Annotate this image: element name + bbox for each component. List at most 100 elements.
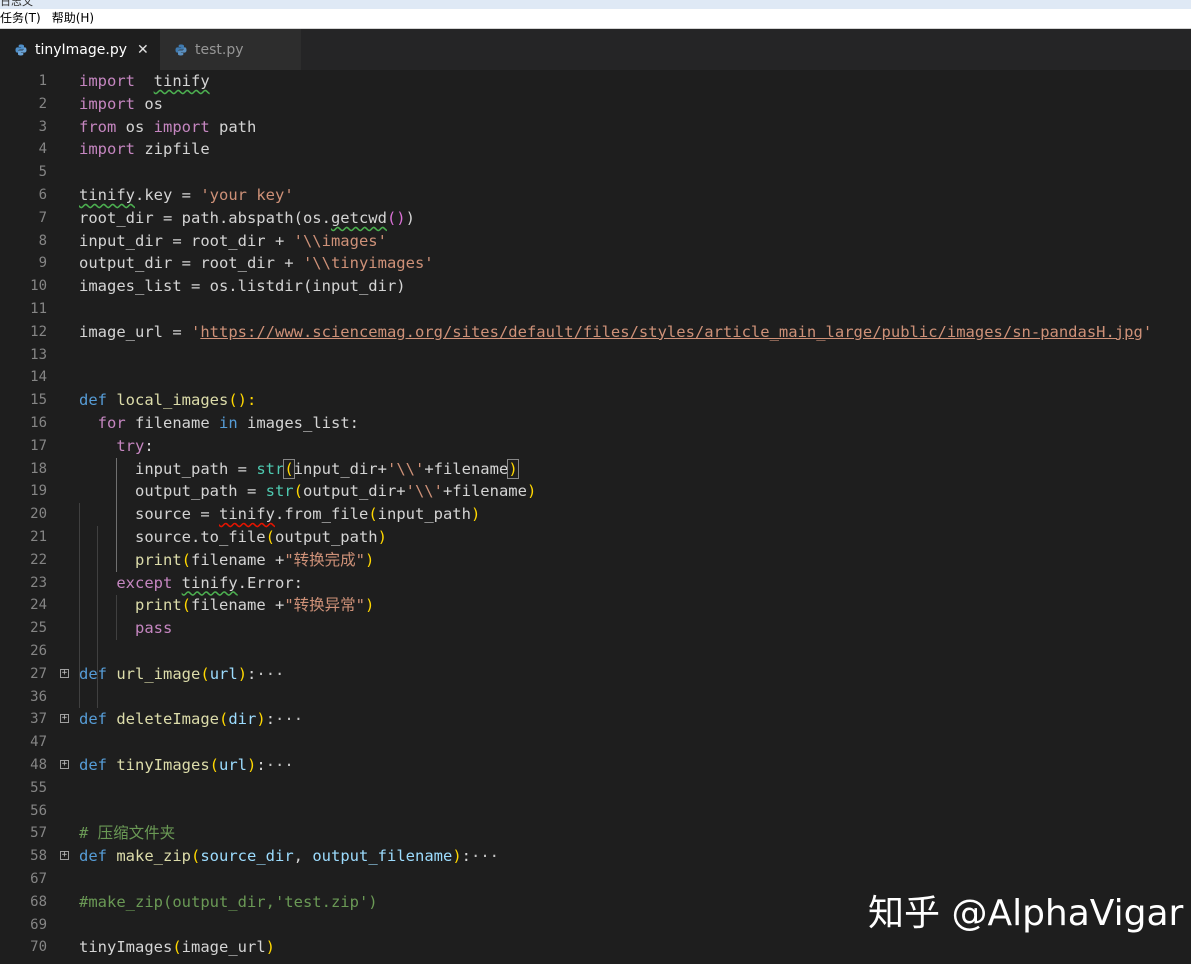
code-token: print [135,596,182,615]
line-number: 56 [30,802,47,819]
code-line[interactable]: 37 + def deleteImage(dir):··· [0,708,1191,731]
code-token: make_zip [116,847,191,866]
line-number: 47 [30,734,47,751]
code-text: # 压缩文件夹 [79,822,175,845]
code-line[interactable]: 11 [0,298,1191,321]
code-token: input_path = [79,459,257,478]
code-line[interactable]: 12 image_url = 'https://www.sciencemag.or… [0,321,1191,344]
code-editor[interactable]: 1 import tinify 2 import os 3 from os import … [0,70,1191,964]
code-line[interactable]: 4 import zipfile [0,138,1191,161]
code-line[interactable]: 7 root_dir = path.abspath(os.getcwd()) [0,207,1191,230]
code-token: +filename [442,482,527,501]
code-line[interactable]: 56 [0,800,1191,823]
code-token: url_image [116,664,201,683]
fold-expand-icon[interactable]: + [60,760,69,769]
code-text: output_dir = root_dir + '\\tinyimages' [79,252,434,275]
line-number: 19 [30,483,47,500]
code-text: root_dir = path.abspath(os.getcwd()) [79,207,415,230]
tab-tinyimage-py[interactable]: tinyImage.py ✕ [0,29,160,70]
editor-tab-bar: tinyImage.py ✕ test.py [0,29,1191,70]
fold-expand-icon[interactable]: + [60,668,69,678]
code-text: import os [79,93,163,116]
code-line[interactable]: 48 + def tinyImages(url):··· [0,754,1191,777]
code-line[interactable]: 8 input_dir = root_dir + '\\images' [0,230,1191,253]
code-line[interactable]: 1 import tinify [0,70,1191,93]
line-number: 6 [38,187,47,203]
code-token: except [116,573,173,592]
code-token: ) [452,847,462,866]
code-line[interactable]: 70 tinyImages(image_url) [0,936,1191,959]
code-text: tinify.key = 'your key' [79,184,294,207]
code-token: ( [181,596,192,615]
code-line[interactable]: 58 + def make_zip(source_dir, output_filen… [0,845,1191,868]
code-line[interactable]: 36 [0,686,1191,709]
code-token: def [79,664,107,683]
close-icon[interactable]: ✕ [137,42,149,58]
code-line[interactable]: 55 [0,777,1191,800]
code-line[interactable]: 22 print(filename +"转换完成") [0,549,1191,572]
code-line[interactable]: 6 tinify.key = 'your key' [0,184,1191,207]
code-token: tinify [181,573,238,592]
code-token: .from_file [274,505,369,524]
code-token: os [116,117,154,136]
code-token: tinify [218,505,275,524]
code-token: ) [365,550,375,569]
line-number: 69 [30,916,47,933]
line-number: 37 [30,711,47,728]
code-line[interactable]: 25 pass [0,617,1191,640]
tab-test-py[interactable]: test.py [160,29,302,70]
code-line[interactable]: 26 [0,640,1191,663]
code-token: '\\' [405,482,443,501]
code-token: .Error: [237,573,303,592]
code-line[interactable]: 9 output_dir = root_dir + '\\tinyimages' [0,252,1191,275]
code-line[interactable]: 47 [0,731,1191,754]
code-line[interactable]: 24 print(filename +"转换异常") [0,594,1191,617]
line-number: 25 [30,620,47,637]
code-line[interactable]: 16 for filename in images_list: [0,412,1191,435]
code-line[interactable]: 23 except tinify.Error: [0,572,1191,595]
code-token: ' [190,322,201,341]
code-token: zipfile [135,140,210,159]
code-line[interactable]: 21 source.to_file(output_path) [0,526,1191,549]
code-line[interactable]: 57 # 压缩文件夹 [0,822,1191,845]
fold-expand-icon[interactable]: + [60,851,69,861]
code-line[interactable]: 15 def local_images(): [0,389,1191,412]
fold-expand-icon[interactable]: + [60,714,69,724]
code-text: def local_images(): [79,389,256,412]
line-number: 1 [38,73,47,89]
code-token: for [97,414,126,432]
code-token: source = [79,505,219,524]
menu-item-help[interactable]: 帮助(H) [52,9,100,28]
code-line[interactable]: 19 output_path = str(output_dir+'\\'+fil… [0,480,1191,503]
code-line[interactable]: 20 source = tinify.from_file(input_path) [0,503,1191,526]
code-line[interactable]: 10 images_list = os.listdir(input_dir) [0,275,1191,298]
line-number: 21 [30,529,47,545]
code-text: source.to_file(output_path) [79,526,387,549]
code-line[interactable]: 14 [0,366,1191,389]
code-token: ) [265,938,276,957]
code-token: +filename [424,459,509,478]
code-token: dir [228,710,257,729]
code-token: os [135,94,163,113]
code-line[interactable]: 5 [0,161,1191,184]
code-token: ) [237,664,248,683]
code-token: tinyImages [116,756,210,774]
code-line[interactable]: 13 [0,344,1191,367]
menu-item-tasks[interactable]: 任务(T) [0,9,47,28]
code-token: images_list = os.listdir(input_dir) [79,277,406,296]
code-line[interactable]: 18 input_path = str(input_dir+'\\'+filen… [0,458,1191,481]
code-token: ) [526,482,537,501]
code-line[interactable]: 3 from os import path [0,116,1191,139]
code-text: try: [79,435,153,458]
code-line[interactable]: 27 + def url_image(url):··· [0,663,1191,686]
code-token: output_dir+ [302,482,406,501]
code-line[interactable]: 17 try: [0,435,1191,458]
code-token: output_path [274,528,378,546]
code-token: ) [256,710,266,729]
code-text: print(filename +"转换完成") [79,549,374,572]
code-token: str [256,459,285,478]
code-line[interactable]: 2 import os [0,93,1191,116]
line-number: 23 [30,574,47,591]
code-token: #make_zip(output_dir,'test.zip') [79,892,378,911]
